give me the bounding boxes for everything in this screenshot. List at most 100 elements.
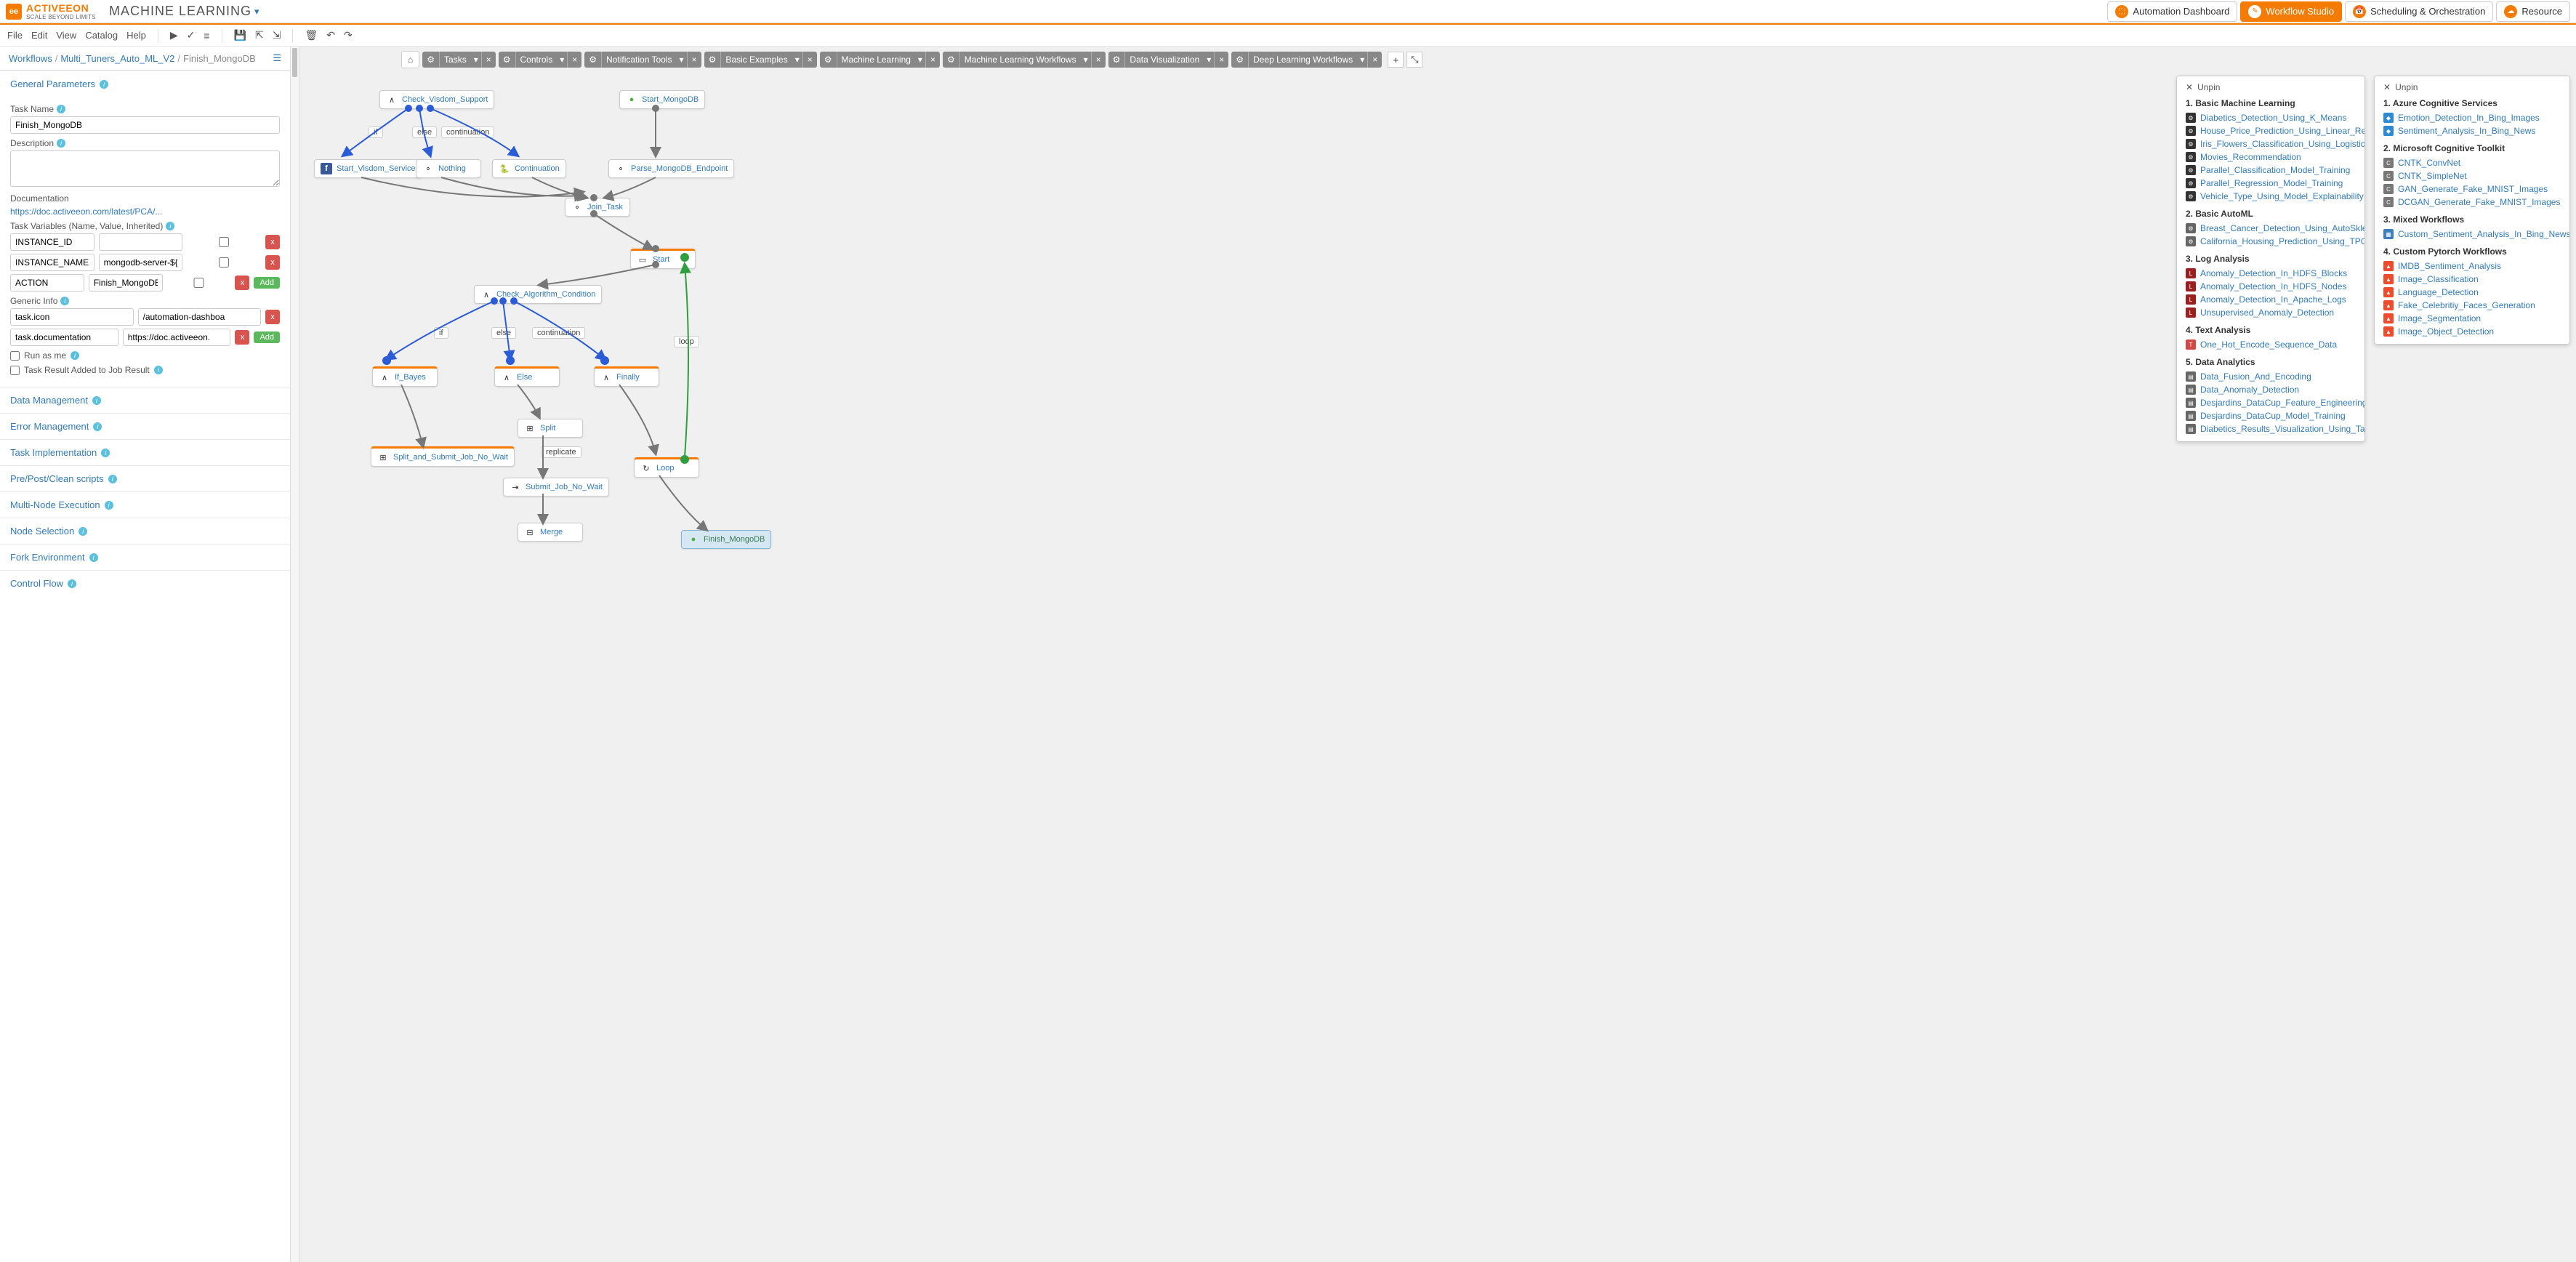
- tab-ml-workflows[interactable]: ⚙Machine Learning Workflows▾×: [943, 52, 1106, 68]
- node-finally[interactable]: ∧Finally: [594, 366, 659, 387]
- runas-checkbox[interactable]: [10, 351, 20, 361]
- section-multi[interactable]: Multi-Node Executioni: [0, 491, 290, 518]
- info-icon[interactable]: i: [89, 553, 98, 562]
- nav-scheduling[interactable]: 📅Scheduling & Orchestration: [2345, 1, 2493, 22]
- palette-item[interactable]: CDCGAN_Generate_Fake_MNIST_Images: [2383, 196, 2561, 209]
- info-icon[interactable]: i: [108, 475, 117, 483]
- info-icon[interactable]: i: [105, 501, 113, 510]
- var-value-input[interactable]: [99, 233, 183, 251]
- menu-view[interactable]: View: [56, 30, 76, 41]
- palette-item[interactable]: LAnomaly_Detection_In_HDFS_Nodes: [2186, 280, 2356, 293]
- var-name-input[interactable]: [10, 233, 94, 251]
- add-button[interactable]: Add: [254, 277, 280, 289]
- close-icon[interactable]: ×: [567, 52, 581, 68]
- close-icon[interactable]: ×: [802, 52, 817, 68]
- delete-button[interactable]: x: [235, 276, 249, 290]
- var-inherited-checkbox[interactable]: [167, 278, 231, 288]
- tab-controls[interactable]: ⚙Controls▾×: [499, 52, 582, 68]
- tab-dataviz[interactable]: ⚙Data Visualization▾×: [1108, 52, 1229, 68]
- collapse-tabs-button[interactable]: ⤡: [1406, 52, 1422, 68]
- redo-icon[interactable]: ↷: [344, 29, 353, 41]
- node-check-visdom[interactable]: ∧Check_Visdom_Support: [379, 90, 494, 109]
- undo-icon[interactable]: ↶: [326, 29, 335, 41]
- var-value-input[interactable]: [89, 274, 163, 292]
- menu-edit[interactable]: Edit: [31, 30, 47, 41]
- delete-button[interactable]: x: [235, 330, 249, 345]
- trash-icon[interactable]: 🗑: [305, 29, 318, 41]
- node-finish-mongodb[interactable]: ●Finish_MongoDB: [681, 530, 771, 549]
- palette-item[interactable]: ◆Sentiment_Analysis_In_Bing_News: [2383, 124, 2561, 137]
- palette-item[interactable]: ▲Image_Segmentation: [2383, 312, 2561, 325]
- nav-workflow-studio[interactable]: ✎Workflow Studio: [2240, 1, 2342, 22]
- delete-button[interactable]: x: [265, 235, 280, 249]
- left-scrollbar[interactable]: [291, 47, 299, 1262]
- info-icon[interactable]: i: [154, 366, 163, 374]
- info-icon[interactable]: i: [60, 297, 69, 305]
- tab-basic-examples[interactable]: ⚙Basic Examples▾×: [704, 52, 817, 68]
- palette-item[interactable]: ⚙Breast_Cancer_Detection_Using_AutoSklea…: [2186, 222, 2356, 235]
- palette-item[interactable]: ⚙Vehicle_Type_Using_Model_Explainability: [2186, 190, 2356, 203]
- node-nothing[interactable]: ⚬Nothing: [416, 159, 481, 178]
- menu-catalog[interactable]: Catalog: [85, 30, 118, 41]
- tab-dl-workflows[interactable]: ⚙Deep Learning Workflows▾×: [1231, 52, 1382, 68]
- menu-file[interactable]: File: [7, 30, 23, 41]
- section-fork[interactable]: Fork Environmenti: [0, 544, 290, 570]
- palette-item[interactable]: ◆Emotion_Detection_In_Bing_Images: [2383, 111, 2561, 124]
- palette-item[interactable]: ▲Language_Detection: [2383, 286, 2561, 299]
- tab-ml[interactable]: ⚙Machine Learning▾×: [820, 52, 940, 68]
- close-icon[interactable]: ×: [1367, 52, 1382, 68]
- palette-item[interactable]: ▤Diabetics_Results_Visualization_Using_T…: [2186, 422, 2356, 435]
- tab-notification[interactable]: ⚙Notification Tools▾×: [584, 52, 701, 68]
- palette-item[interactable]: ⚙House_Price_Prediction_Using_Linear_Reg…: [2186, 124, 2356, 137]
- generic-name-input[interactable]: [10, 308, 134, 326]
- palette-item[interactable]: CCNTK_SimpleNet: [2383, 169, 2561, 182]
- add-button[interactable]: Add: [254, 331, 280, 343]
- task-name-input[interactable]: [10, 116, 280, 134]
- palette-item[interactable]: CCNTK_ConvNet: [2383, 156, 2561, 169]
- info-icon[interactable]: i: [166, 222, 174, 230]
- info-icon[interactable]: i: [92, 396, 101, 405]
- section-nodesel[interactable]: Node Selectioni: [0, 518, 290, 544]
- description-input[interactable]: [10, 150, 280, 187]
- info-icon[interactable]: i: [79, 527, 87, 536]
- palette-item[interactable]: LAnomaly_Detection_In_HDFS_Blocks: [2186, 267, 2356, 280]
- generic-name-input[interactable]: [10, 329, 118, 346]
- palette-item[interactable]: ⚙California_Housing_Prediction_Using_TPO…: [2186, 235, 2356, 248]
- close-icon[interactable]: ×: [481, 52, 496, 68]
- info-icon[interactable]: i: [100, 80, 108, 89]
- palette-item[interactable]: ⚙Diabetics_Detection_Using_K_Means: [2186, 111, 2356, 124]
- scroll-thumb[interactable]: [292, 48, 297, 77]
- import-icon[interactable]: ⇱: [255, 29, 264, 41]
- nav-resource[interactable]: ☁Resource: [2496, 1, 2570, 22]
- info-icon[interactable]: i: [71, 351, 79, 360]
- generic-value-input[interactable]: [138, 308, 262, 326]
- doc-link[interactable]: https://doc.activeeon.com/latest/PCA/...: [10, 206, 162, 217]
- node-split[interactable]: ⊞Split: [518, 419, 583, 438]
- info-icon[interactable]: i: [68, 579, 76, 588]
- unpin-button[interactable]: ✕Unpin: [2186, 82, 2356, 92]
- node-start-mongodb[interactable]: ●Start_MongoDB: [619, 90, 705, 109]
- node-else[interactable]: ∧Else: [494, 366, 560, 387]
- section-scripts[interactable]: Pre/Post/Clean scriptsi: [0, 465, 290, 491]
- node-submit[interactable]: ⇥Submit_Job_No_Wait: [503, 478, 609, 497]
- section-control[interactable]: Control Flowi: [0, 570, 290, 596]
- var-inherited-checkbox[interactable]: [187, 257, 261, 268]
- palette-item[interactable]: ⚙Parallel_Classification_Model_Training: [2186, 164, 2356, 177]
- info-icon[interactable]: i: [57, 105, 65, 113]
- palette-item[interactable]: ⚙Parallel_Regression_Model_Training: [2186, 177, 2356, 190]
- check-icon[interactable]: ✓: [187, 29, 196, 41]
- palette-item[interactable]: CGAN_Generate_Fake_MNIST_Images: [2383, 182, 2561, 196]
- palette-item[interactable]: ▲Image_Object_Detection: [2383, 325, 2561, 338]
- palette-item[interactable]: LUnsupervised_Anomaly_Detection: [2186, 306, 2356, 319]
- menu-help[interactable]: Help: [126, 30, 146, 41]
- palette-item[interactable]: TOne_Hot_Encode_Sequence_Data: [2186, 338, 2356, 351]
- palette-item[interactable]: ▤Desjardins_DataCup_Feature_Engineering: [2186, 396, 2356, 409]
- palette-item[interactable]: LAnomaly_Detection_In_Apache_Logs: [2186, 293, 2356, 306]
- info-icon[interactable]: i: [101, 449, 110, 457]
- var-value-input[interactable]: [99, 254, 183, 271]
- palette-item[interactable]: ⚙Iris_Flowers_Classification_Using_Logis…: [2186, 137, 2356, 150]
- section-impl[interactable]: Task Implementationi: [0, 439, 290, 465]
- palette-item[interactable]: ▲IMDB_Sentiment_Analysis: [2383, 260, 2561, 273]
- workflow-canvas[interactable]: ⌂ ⚙Tasks▾× ⚙Controls▾× ⚙Notification Too…: [299, 47, 2576, 1262]
- delete-button[interactable]: x: [265, 255, 280, 270]
